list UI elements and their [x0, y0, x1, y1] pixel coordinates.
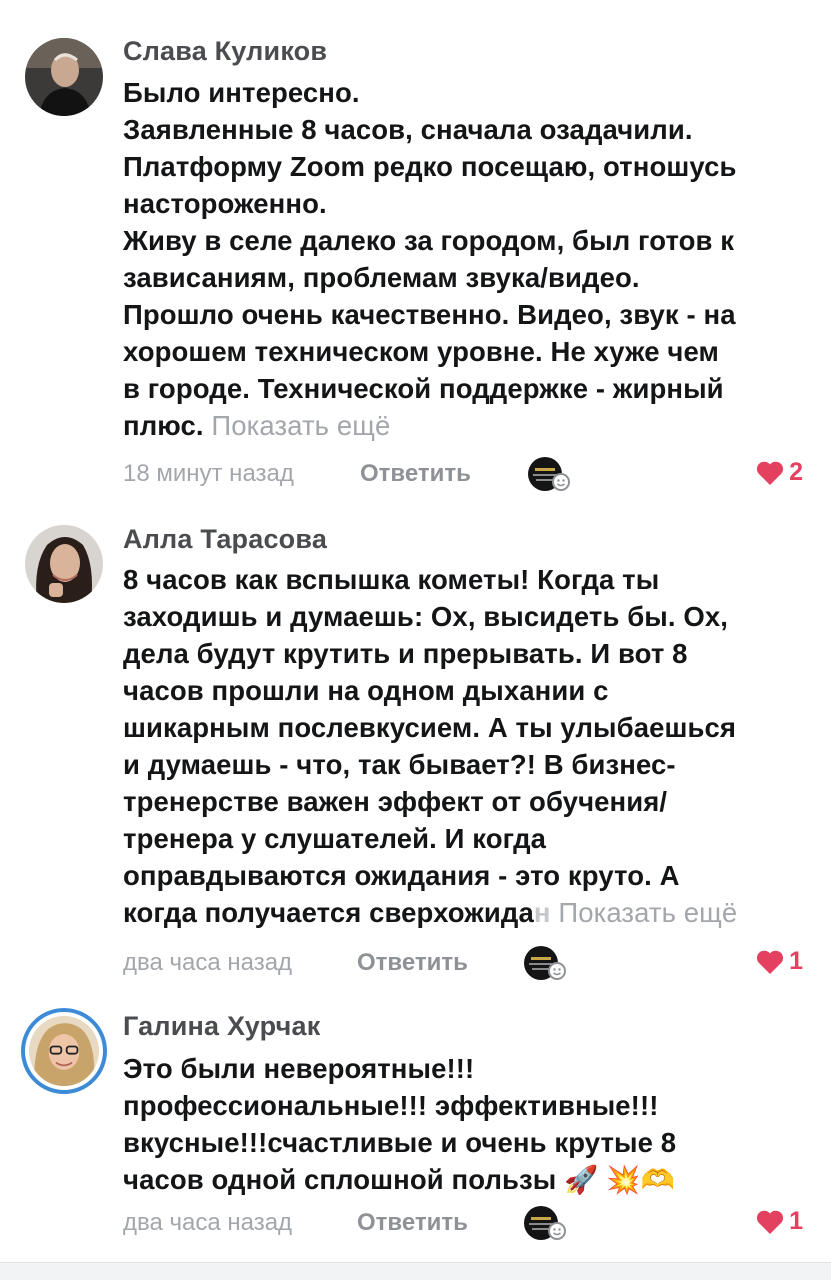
comment-line: заходишь и думаешь: Ох, высидеть бы. Ох,	[123, 601, 728, 632]
comment-line: часов одной сплошной пользы	[123, 1164, 557, 1195]
comment-text: Это были невероятные!!! профессиональные…	[123, 1050, 813, 1198]
comment-line: когда получается сверхожида	[123, 897, 534, 928]
comment-line: настороженно.	[123, 188, 327, 219]
like-button[interactable]: 1	[755, 947, 803, 976]
comment-line: и думаешь - что, так бывает?! В бизнес-	[123, 749, 676, 780]
emoji-reaction-icon[interactable]	[527, 454, 571, 494]
comment-line: плюс.	[123, 410, 204, 441]
comment-text: Было интересно. Заявленные 8 часов, снач…	[123, 74, 813, 444]
comment-text: 8 часов как вспышка кометы! Когда ты зах…	[123, 561, 813, 931]
comment-line: оправдываются ожидания - это круто. А	[123, 860, 680, 891]
bottom-divider	[0, 1262, 831, 1280]
comment-line: Заявленные 8 часов, сначала озадачили.	[123, 114, 693, 145]
comment-meta: два часа назад Ответить 1	[123, 1206, 803, 1241]
like-count: 2	[789, 458, 803, 486]
comment-line: Это были невероятные!!!	[123, 1053, 475, 1084]
comment-line: Живу в селе далеко за городом, был готов…	[123, 225, 735, 256]
comment-line: Платформу Zoom редко посещаю, отношусь	[123, 151, 737, 182]
reply-button[interactable]: Ответить	[357, 949, 468, 977]
comment-line: профессиональные!!! эффективные!!!	[123, 1090, 659, 1121]
emoji-reaction-icon[interactable]	[523, 943, 567, 983]
avatar[interactable]	[25, 525, 103, 603]
heart-icon	[757, 950, 784, 974]
comment-line: дела будут крутить и прерывать. И вот 8	[123, 638, 688, 669]
reply-button[interactable]: Ответить	[357, 1209, 468, 1237]
comment-time: два часа назад	[123, 949, 293, 976]
like-count: 1	[789, 1207, 803, 1235]
show-more-link[interactable]: Показать ещё	[211, 410, 390, 441]
emoji-reaction-icon[interactable]	[523, 1203, 567, 1243]
show-more-link[interactable]: Показать ещё	[558, 897, 737, 928]
comment-line: в городе. Технической поддержке - жирный	[123, 373, 724, 404]
comment-line: часов прошли на одном дыхании с	[123, 675, 609, 706]
comment-line: вкусные!!!счастливые и очень крутые 8	[123, 1127, 677, 1158]
comment-fade: н	[533, 897, 551, 928]
like-button[interactable]: 2	[755, 458, 803, 487]
comment-meta: два часа назад Ответить 1	[123, 946, 803, 981]
like-count: 1	[789, 947, 803, 975]
avatar[interactable]	[25, 38, 103, 116]
heart-icon	[757, 461, 784, 485]
heart-icon	[757, 1210, 784, 1234]
comment-line: хорошем техническом уровне. Не хуже чем	[123, 336, 719, 367]
comment-line: Прошло очень качественно. Видео, звук - …	[123, 299, 736, 330]
like-button[interactable]: 1	[755, 1207, 803, 1236]
comment-author[interactable]: Галина Хурчак	[123, 1011, 320, 1042]
comment-author[interactable]: Алла Тарасова	[123, 524, 327, 555]
comment-line: тренера у слушателей. И когда	[123, 823, 547, 854]
avatar[interactable]	[21, 1008, 107, 1094]
comment-line: зависаниям, проблемам звука/видео.	[123, 262, 640, 293]
comment-author[interactable]: Слава Куликов	[123, 36, 327, 67]
comment-line: шикарным послевкусием. А ты улыбаешься	[123, 712, 737, 743]
comment-time: 18 минут назад	[123, 460, 294, 487]
emoji-text: 🚀 💥🫶	[564, 1164, 675, 1195]
comment-time: два часа назад	[123, 1209, 293, 1236]
comment-line: 8 часов как вспышка кометы! Когда ты	[123, 564, 660, 595]
comment-meta: 18 минут назад Ответить 2	[123, 457, 803, 492]
reply-button[interactable]: Ответить	[360, 460, 471, 488]
comment-line: Было интересно.	[123, 77, 360, 108]
comment-line: тренерстве важен эффект от обучения/	[123, 786, 668, 817]
